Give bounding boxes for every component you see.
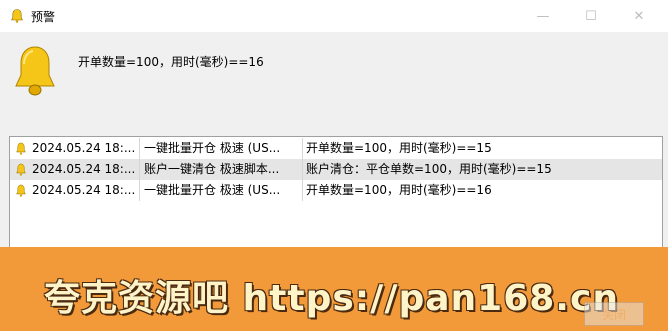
column-divider bbox=[139, 138, 140, 159]
alert-log-list[interactable]: 2024.05.24 18:... 一键批量开仓 极速 (US... 开单数量=… bbox=[9, 136, 663, 258]
log-source: 一键批量开仓 极速 (US... bbox=[144, 141, 281, 155]
log-message: 开单数量=100，用时(毫秒)==16 bbox=[306, 183, 492, 197]
maximize-button[interactable]: ☐ bbox=[568, 0, 614, 32]
log-source: 账户一键清仓 极速脚本... bbox=[144, 162, 280, 176]
column-divider bbox=[302, 138, 303, 159]
column-divider bbox=[139, 180, 140, 201]
close-window-button[interactable]: ✕ bbox=[616, 0, 662, 32]
column-divider bbox=[302, 180, 303, 201]
bell-icon bbox=[13, 159, 29, 180]
list-item[interactable]: 2024.05.24 18:... 一键批量开仓 极速 (US... 开单数量=… bbox=[10, 180, 662, 201]
bell-icon bbox=[15, 46, 55, 96]
column-divider bbox=[139, 159, 140, 180]
log-time: 2024.05.24 18:... bbox=[32, 183, 136, 197]
watermark-banner: 夸克资源吧 https://pan168.cn bbox=[0, 247, 668, 331]
list-item[interactable]: 2024.05.24 18:... 一键批量开仓 极速 (US... 开单数量=… bbox=[10, 138, 662, 159]
column-divider bbox=[302, 159, 303, 180]
log-time: 2024.05.24 18:... bbox=[32, 162, 136, 176]
bell-icon bbox=[13, 180, 29, 201]
minimize-button[interactable]: — bbox=[520, 0, 566, 32]
close-button[interactable]: 关闭 bbox=[584, 302, 644, 326]
bell-icon bbox=[13, 138, 29, 159]
alert-message: 开单数量=100，用时(毫秒)==16 bbox=[78, 55, 264, 69]
alert-window: 预警 — ☐ ✕ 开单数量=100，用时(毫秒)==16 2024.05.24 … bbox=[0, 0, 668, 331]
log-message: 账户清仓：平仓单数=100，用时(毫秒)==15 bbox=[306, 162, 552, 176]
bell-icon bbox=[11, 9, 23, 23]
title-bar[interactable]: 预警 — ☐ ✕ bbox=[0, 0, 668, 32]
watermark-text: 夸克资源吧 https://pan168.cn bbox=[44, 278, 619, 319]
window-title: 预警 bbox=[31, 10, 56, 24]
list-item[interactable]: 2024.05.24 18:... 账户一键清仓 极速脚本... 账户清仓：平仓… bbox=[10, 159, 662, 180]
log-message: 开单数量=100，用时(毫秒)==15 bbox=[306, 141, 492, 155]
log-source: 一键批量开仓 极速 (US... bbox=[144, 183, 281, 197]
alert-header: 开单数量=100，用时(毫秒)==16 bbox=[0, 32, 668, 132]
log-time: 2024.05.24 18:... bbox=[32, 141, 136, 155]
